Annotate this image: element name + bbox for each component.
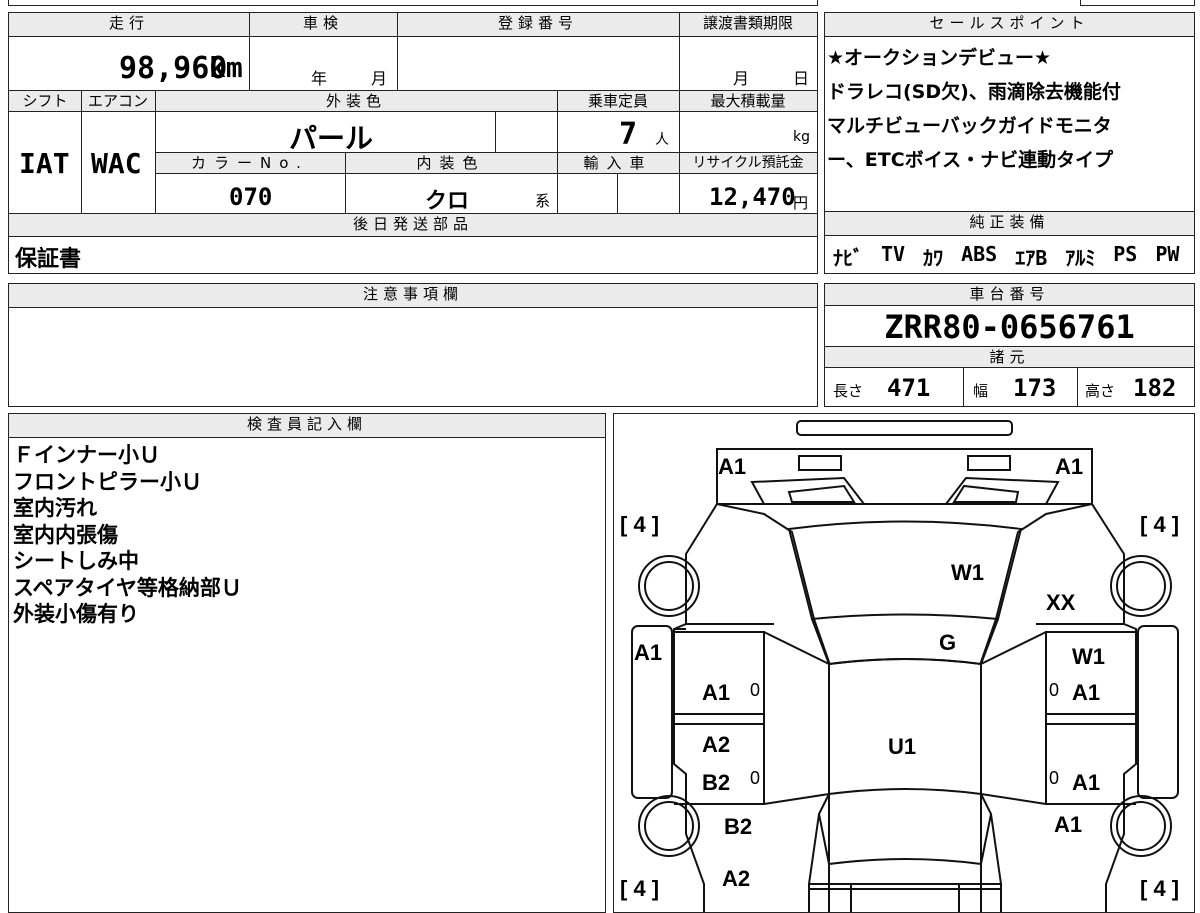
inspector-header: 検査員記入欄	[9, 414, 605, 438]
mark-tire-rl: [ 4 ]	[620, 876, 660, 901]
equipment-header: 純正装備	[825, 212, 1194, 236]
inspector-note: 室内内張傷	[13, 522, 118, 547]
mark-right-window: W1	[1072, 644, 1105, 669]
spec-height: 182	[1133, 374, 1177, 402]
mileage-header: 走行	[9, 13, 249, 37]
recycle-header: リサイクル預託金	[679, 152, 817, 174]
capacity-value: 7	[619, 117, 638, 152]
specs-header: 諸元	[825, 346, 1194, 368]
later-parts-header: 後日発送部品	[9, 213, 817, 237]
mark-left-side: A1	[634, 640, 663, 665]
equipment-item: TV	[881, 242, 906, 266]
mark-left-rear-door-a: A2	[702, 732, 731, 757]
import-header: 輸入車	[557, 152, 679, 174]
sales-point-header: セールスポイント	[825, 13, 1194, 37]
mark-tire-rr: [ 4 ]	[1140, 876, 1180, 901]
equipment-item: ABS	[961, 242, 998, 266]
sales-point-line: ドラレコ(SD欠)、雨滴除去機能付	[827, 81, 1121, 103]
equipment-item: PW	[1155, 242, 1180, 266]
mark-rear: A2	[722, 866, 751, 891]
sales-point-line: ー、ETCボイス・ナビ連動タイプ	[827, 149, 1114, 171]
equipment-item: ｱﾙﾐ	[1065, 246, 1096, 270]
chassis-number: ZRR80-0656761	[884, 308, 1135, 346]
equipment-item: ｴｱB	[1015, 246, 1048, 270]
equipment-box: 純正装備 ﾅﾋﾞ TV ｶﾜ ABS ｴｱB ｱﾙﾐ PS PW	[824, 212, 1195, 274]
capacity-unit: 人	[655, 132, 669, 148]
spec-width: 173	[1013, 374, 1057, 402]
registration-header: 登録番号	[397, 13, 679, 37]
equipment-item: PS	[1113, 242, 1138, 266]
aircon-header: エアコン	[81, 90, 155, 112]
damage-diagram-box: A1 A1 [ 4 ] [ 4 ] W1 XX G A1 W1 A1 0 0 A…	[613, 413, 1195, 913]
aircon-value: WAC	[91, 147, 142, 180]
sales-point-line: マルチビューバックガイドモニタ	[827, 115, 1112, 137]
mark-tire-fl: [ 4 ]	[620, 512, 660, 537]
max-load-header: 最大積載量	[679, 90, 817, 112]
mark-front-left: A1	[718, 454, 747, 479]
top-strip-right	[1080, 0, 1195, 6]
chassis-box: 車台番号 ZRR80-0656761 諸元 長さ 471 幅 173 高さ 18…	[824, 283, 1195, 407]
chassis-header: 車台番号	[825, 284, 1194, 306]
mileage-unit: km	[209, 51, 243, 84]
mark-front-right: A1	[1055, 454, 1084, 479]
equipment-item: ｶﾜ	[923, 246, 944, 270]
sales-point-box: セールスポイント ★オークションデビュー★ ドラレコ(SD欠)、雨滴除去機能付 …	[824, 12, 1195, 212]
mark-windshield: W1	[951, 560, 984, 585]
shift-value: IAT	[19, 147, 70, 180]
recycle-fee-value: 12,470	[709, 183, 796, 211]
spec-width-label: 幅	[973, 382, 989, 400]
top-strip	[8, 0, 818, 6]
inspector-note: Ｆインナー小Ｕ	[13, 443, 160, 467]
transfer-month-unit: 月	[733, 69, 750, 88]
inspector-note: フロントピラー小Ｕ	[13, 469, 202, 494]
interior-color-value: クロ	[425, 189, 470, 214]
mark-tire-fr: [ 4 ]	[1140, 512, 1180, 537]
inspector-note: シートしみ中	[13, 549, 139, 573]
exterior-color-header: 外装色	[155, 90, 557, 112]
later-parts-value: 保証書	[15, 247, 82, 272]
mark-zero: 0	[750, 680, 761, 700]
caution-header: 注意事項欄	[9, 284, 817, 308]
spec-height-label: 高さ	[1085, 382, 1116, 400]
inspector-note: 外装小傷有り	[13, 602, 139, 626]
mark-left-front-door: A1	[702, 680, 731, 705]
vehicle-info-table: 走行 車検 登録番号 譲渡書類期限 98,960 km 年 月 月 日 シフト …	[8, 12, 818, 274]
mark-hood: G	[939, 630, 957, 655]
interior-suffix: 系	[535, 192, 551, 210]
mark-right-fender: XX	[1046, 590, 1076, 615]
mark-zero: 0	[1049, 680, 1060, 700]
inspector-note: 室内汚れ	[13, 496, 97, 520]
interior-color-header: 内装色	[345, 152, 557, 174]
color-no-value: 070	[229, 183, 273, 211]
mark-left-rear-door-b: B2	[702, 770, 731, 795]
transfer-deadline-header: 譲渡書類期限	[679, 13, 817, 37]
mark-right-rear-door: A1	[1072, 770, 1101, 795]
spec-length-label: 長さ	[833, 382, 864, 400]
inspector-box: 検査員記入欄 Ｆインナー小Ｕ フロントピラー小Ｕ 室内汚れ 室内内張傷 シートし…	[8, 413, 606, 913]
shaken-year-unit: 年	[311, 69, 328, 88]
mark-zero: 0	[750, 768, 761, 788]
transfer-day-unit: 日	[793, 69, 810, 88]
exterior-color-value: パール	[289, 122, 374, 155]
mark-left-rear-fender: B2	[724, 814, 753, 839]
shaken-month-unit: 月	[371, 69, 388, 88]
capacity-header: 乗車定員	[557, 90, 679, 112]
color-no-header: カラーNo.	[155, 152, 345, 174]
shift-header: シフト	[9, 90, 81, 112]
recycle-unit: 円	[793, 194, 809, 212]
sales-point-line: ★オークションデビュー★	[827, 47, 1052, 69]
mark-right-rear-fender: A1	[1054, 812, 1083, 837]
mark-right-front-door: A1	[1072, 680, 1101, 705]
mark-roof: U1	[888, 734, 917, 759]
inspector-note: スペアタイヤ等格納部Ｕ	[13, 575, 242, 600]
mark-zero: 0	[1049, 768, 1060, 788]
car-outline-diagram	[631, 420, 1179, 912]
spec-length: 471	[887, 374, 931, 402]
shaken-header: 車検	[249, 13, 397, 37]
caution-box: 注意事項欄	[8, 283, 818, 407]
max-load-unit: kg	[793, 129, 810, 145]
equipment-item: ﾅﾋﾞ	[833, 246, 863, 270]
